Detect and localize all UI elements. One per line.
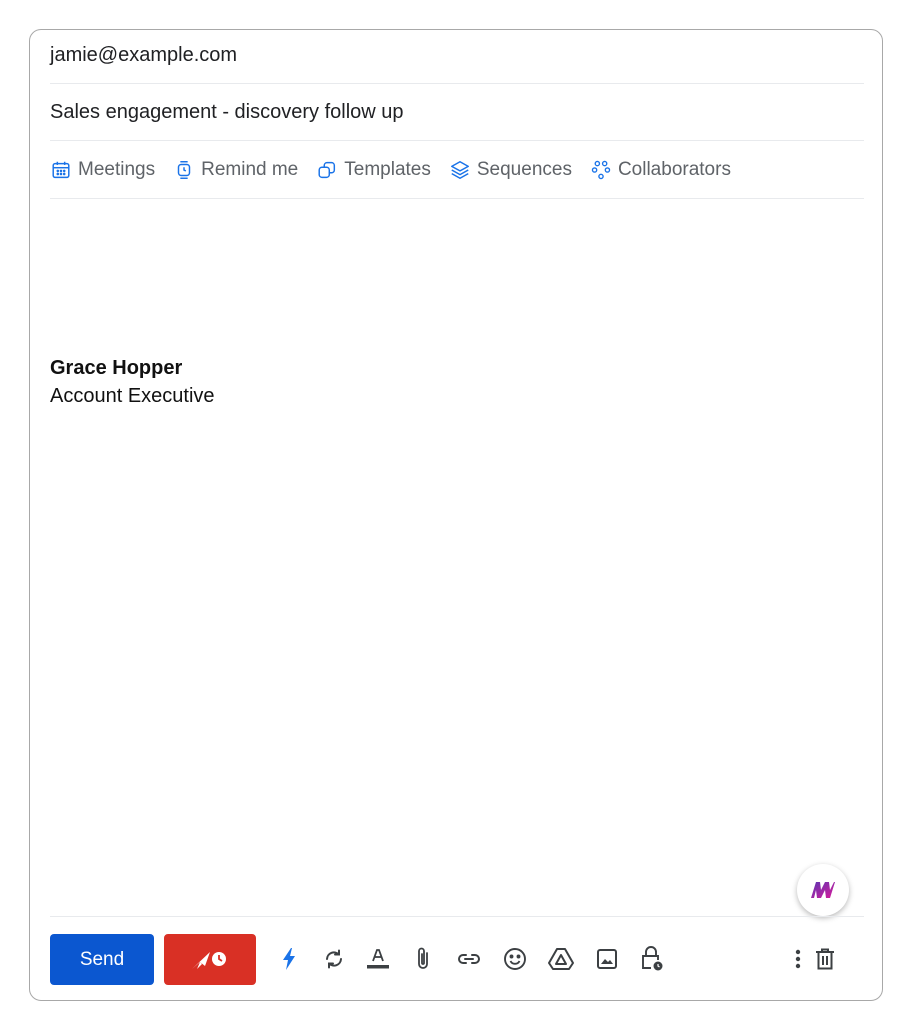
lightning-icon bbox=[283, 948, 295, 970]
drive-button[interactable] bbox=[546, 943, 576, 975]
discard-draft-button[interactable] bbox=[810, 943, 840, 975]
tool-collaborators[interactable]: Collaborators bbox=[590, 159, 731, 181]
mixmax-logo-icon bbox=[811, 882, 835, 898]
tool-meetings-label: Meetings bbox=[78, 158, 156, 180]
signature-name: Grace Hopper bbox=[50, 357, 183, 379]
trash-icon bbox=[816, 948, 834, 970]
tool-collaborators-label: Collaborators bbox=[617, 158, 731, 180]
compose-window: jamie@example.com Sales engagement - dis… bbox=[29, 29, 883, 1001]
more-vert-icon bbox=[795, 949, 801, 969]
image-icon bbox=[597, 949, 617, 969]
insert-photo-button[interactable] bbox=[592, 943, 622, 975]
drive-icon bbox=[548, 948, 574, 970]
tool-remind-me-label: Remind me bbox=[201, 158, 299, 180]
sync-button[interactable] bbox=[319, 943, 349, 975]
to-field[interactable]: jamie@example.com bbox=[50, 30, 864, 84]
attach-icon bbox=[418, 947, 428, 969]
send-later-icon bbox=[192, 951, 226, 969]
link-button[interactable] bbox=[454, 943, 484, 975]
attach-button[interactable] bbox=[408, 943, 438, 975]
tool-meetings[interactable]: Meetings bbox=[50, 159, 155, 181]
message-body[interactable]: Grace Hopper Account Executive bbox=[50, 200, 864, 915]
calendar-icon bbox=[52, 161, 70, 178]
watch-icon bbox=[177, 160, 191, 179]
confidential-mode-button[interactable] bbox=[637, 943, 667, 975]
more-options-button[interactable] bbox=[783, 943, 813, 975]
tool-sequences[interactable]: Sequences bbox=[449, 159, 572, 181]
subject-field[interactable]: Sales engagement - discovery follow up bbox=[50, 84, 864, 141]
signature-title: Account Executive bbox=[50, 385, 215, 407]
tool-sequences-label: Sequences bbox=[476, 158, 572, 180]
layers-icon bbox=[450, 160, 469, 179]
text-format-button[interactable] bbox=[363, 943, 393, 975]
link-icon bbox=[458, 954, 480, 964]
send-button[interactable]: Send bbox=[50, 934, 154, 985]
emoji-icon bbox=[504, 948, 526, 970]
tool-templates[interactable]: Templates bbox=[316, 159, 431, 181]
mixmax-button[interactable] bbox=[797, 864, 849, 916]
bottom-divider bbox=[50, 916, 864, 917]
lightning-button[interactable] bbox=[274, 943, 304, 975]
mixmax-tools-bar: Meetings Remind me Templates Sequences C… bbox=[50, 141, 864, 199]
sync-icon bbox=[326, 949, 342, 969]
confidential-lock-icon bbox=[642, 946, 663, 971]
templates-icon bbox=[318, 161, 336, 178]
collaborators-icon bbox=[591, 160, 611, 179]
signature: Grace Hopper Account Executive bbox=[50, 354, 215, 410]
emoji-button[interactable] bbox=[500, 943, 530, 975]
text-color-icon bbox=[367, 949, 389, 969]
tool-remind-me[interactable]: Remind me bbox=[173, 159, 298, 181]
schedule-send-button[interactable] bbox=[164, 934, 256, 985]
tool-templates-label: Templates bbox=[344, 158, 431, 180]
